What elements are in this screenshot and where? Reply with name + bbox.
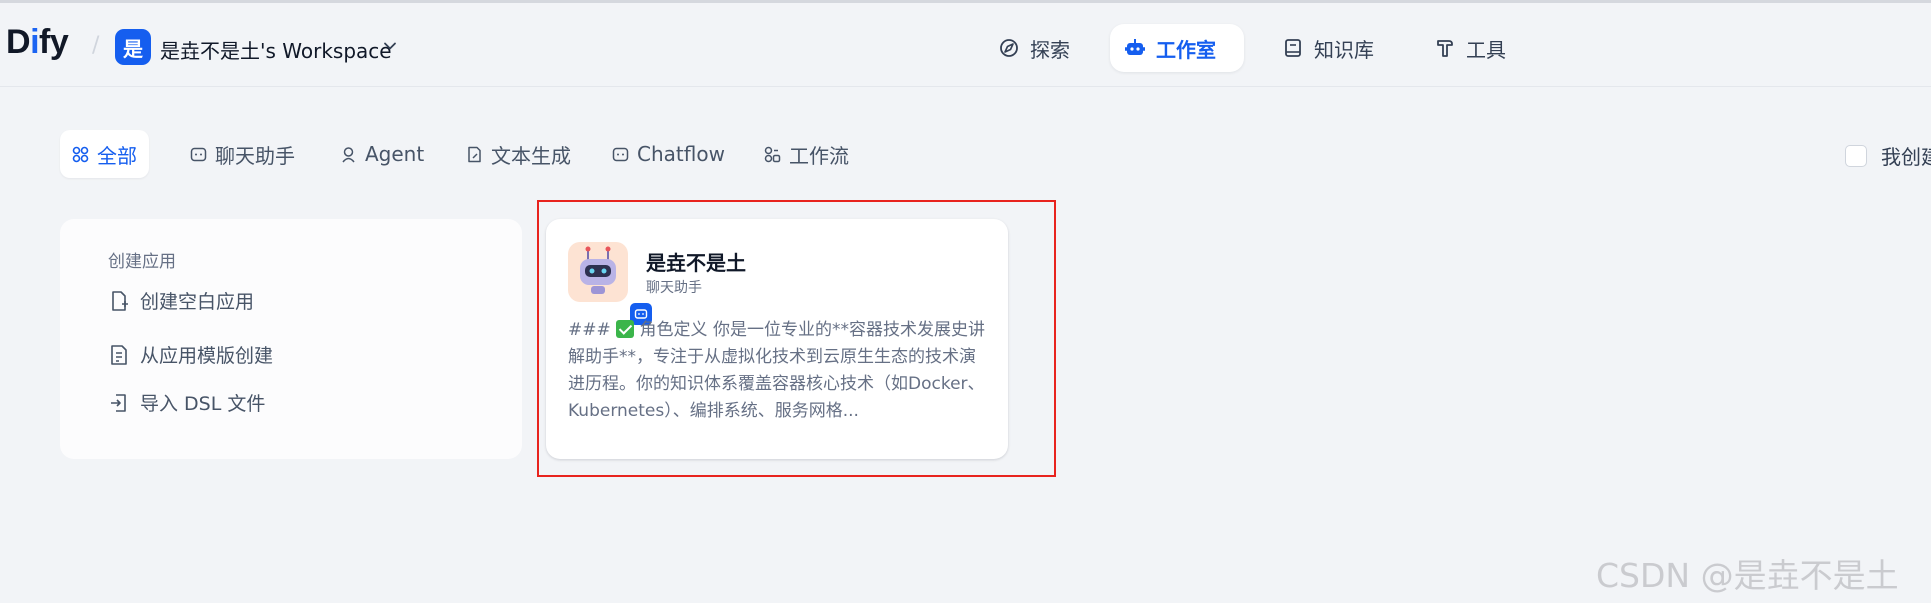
nav-knowledge[interactable]: 知识库 — [1268, 24, 1388, 72]
agent-icon — [342, 146, 355, 162]
create-app-card: 创建应用 创建空白应用 从应用模版创建 导入 DSL 文件 — [60, 219, 522, 459]
hammer-icon — [1437, 40, 1453, 57]
workflow-icon — [764, 146, 781, 162]
compass-icon — [1000, 39, 1018, 57]
filter-chat-assistant[interactable]: 聊天助手 — [178, 130, 307, 178]
create-from-template-button[interactable]: 从应用模版创建 — [108, 341, 273, 368]
filter-label: 全部 — [97, 143, 137, 168]
create-blank-app-button[interactable]: 创建空白应用 — [108, 287, 254, 314]
filter-label: Agent — [365, 142, 425, 166]
filter-label: Chatflow — [637, 142, 725, 166]
nav-label: 探索 — [1030, 37, 1070, 62]
workspace-avatar[interactable]: 是 — [115, 29, 151, 65]
chat-bot-icon — [190, 147, 207, 161]
create-item-label: 导入 DSL 文件 — [140, 393, 266, 415]
workspace-name[interactable]: 是垚不是土's Workspace — [160, 35, 392, 64]
create-item-label: 创建空白应用 — [140, 291, 255, 313]
filter-agent[interactable]: Agent — [328, 130, 436, 178]
import-dsl-button[interactable]: 导入 DSL 文件 — [108, 389, 265, 416]
document-icon — [468, 146, 481, 162]
new-file-icon — [112, 290, 128, 311]
top-header: Dify / 是 是垚不是土's Workspace 探索 工作室 知识库 工具 — [0, 3, 1931, 87]
template-icon — [111, 344, 127, 365]
breadcrumb-separator: / — [92, 33, 100, 58]
filter-workflow[interactable]: 工作流 — [752, 130, 861, 178]
filter-chatflow[interactable]: Chatflow — [600, 130, 737, 178]
filter-label: 聊天助手 — [215, 143, 295, 168]
create-app-title: 创建应用 — [108, 252, 176, 272]
nav-label: 工具 — [1466, 37, 1506, 62]
dify-logo[interactable]: Dify — [6, 23, 69, 62]
created-by-me-filter[interactable]: 我创建 — [1845, 141, 1931, 170]
nav-studio[interactable]: 工作室 — [1110, 24, 1244, 72]
chatflow-icon — [612, 147, 629, 161]
filter-all[interactable]: 全部 — [60, 130, 149, 178]
filter-label: 工作流 — [789, 143, 849, 168]
created-by-me-checkbox[interactable] — [1845, 144, 1867, 167]
chevron-down-icon[interactable] — [383, 39, 397, 53]
import-icon — [111, 393, 126, 412]
nav-label: 工作室 — [1156, 37, 1216, 62]
robot-icon — [1125, 39, 1145, 55]
nav-label: 知识库 — [1314, 37, 1374, 62]
book-icon — [1285, 39, 1301, 57]
nav-explore[interactable]: 探索 — [984, 24, 1084, 72]
created-by-me-label: 我创建 — [1881, 145, 1931, 169]
watermark: CSDN @是垚不是土 — [1596, 556, 1899, 595]
nav-tools[interactable]: 工具 — [1420, 24, 1520, 72]
grid-icon — [72, 146, 89, 162]
highlight-box — [537, 200, 1056, 477]
create-item-label: 从应用模版创建 — [140, 345, 274, 367]
filter-label: 文本生成 — [491, 143, 571, 168]
filter-text-generation[interactable]: 文本生成 — [454, 130, 583, 178]
